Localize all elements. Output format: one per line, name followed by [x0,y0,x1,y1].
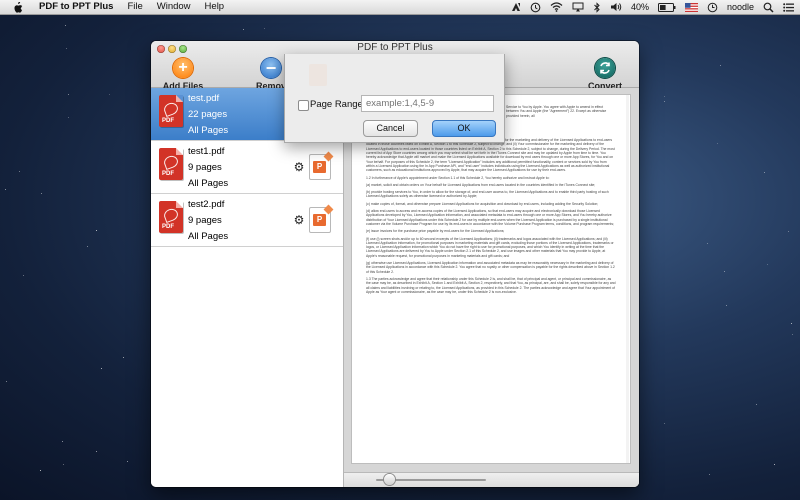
cancel-button[interactable]: Cancel [363,120,418,137]
ppt-icon: P [309,151,334,180]
file-name: test1.pdf [188,146,225,157]
file-name: test.pdf [188,93,220,104]
gear-icon[interactable]: ⚙ [293,161,305,173]
pdf-preview: Service to You by Apple. You agree with … [344,88,639,487]
page-range-dialog: Page Range: Cancel OK [284,54,505,143]
menu-file[interactable]: File [127,0,142,14]
battery-icon[interactable] [657,0,676,14]
adobe-icon[interactable] [511,0,521,14]
preview-paragraphs: 1.1 You hereby appoint Apple and Apple S… [366,138,616,294]
ppt-icon: P [309,204,334,233]
preview-paragraph: (f) use (i) screen shots and/or up to 60… [366,236,614,258]
pdf-icon: PDF [159,148,183,180]
window-title: PDF to PPT Plus [357,42,433,53]
preview-paragraph: (d) allow end-users to access and re-acc… [366,209,615,226]
preview-scrollbar[interactable] [626,95,629,463]
preview-top-right: Service to You by Apple. You agree with … [506,105,607,118]
us-flag-icon[interactable] [684,0,698,14]
file-row[interactable]: PDF test1.pdf 9 pages All Pages ⚙ P [151,141,343,194]
menu-app-name[interactable]: PDF to PPT Plus [39,0,113,14]
file-page-count: 9 pages [188,215,222,226]
apple-menu-icon[interactable] [11,0,25,14]
file-name: test2.pdf [188,199,225,210]
ok-button[interactable]: OK [432,120,496,137]
file-page-count: 9 pages [188,162,222,173]
volume-icon[interactable] [610,0,622,14]
file-page-range: All Pages [188,231,229,242]
preview-paragraph: (e) issue invoices for the purchase pric… [366,229,505,234]
status-area: 40% noodle [511,0,794,14]
file-page-count: 22 pages [188,109,228,120]
file-page-range: All Pages [188,125,229,136]
bluetooth-icon[interactable] [593,0,601,14]
notification-center-icon[interactable] [783,0,794,14]
user-name[interactable]: noodle [727,0,754,14]
menu-window[interactable]: Window [157,0,191,14]
preview-paragraph: (b) provide hosting services to You, in … [366,190,609,199]
preview-paragraph: 1.3 The parties acknowledge and agree th… [366,276,616,294]
spotlight-icon[interactable] [763,0,774,14]
file-list: PDF test.pdf 22 pages All Pages PDF test… [151,88,344,487]
zoom-slider-knob[interactable] [383,474,395,485]
preview-paragraph: 1.1 You hereby appoint Apple and Apple S… [366,138,615,173]
pdf-icon: PDF [159,201,183,233]
display-mirroring-icon[interactable] [572,0,584,14]
clock-icon[interactable] [707,0,718,14]
battery-percent: 40% [630,2,649,12]
file-page-range: All Pages [188,178,229,189]
page-range-label: Page Range: [310,99,366,110]
pdf-icon: PDF [159,95,183,127]
menu-bar: PDF to PPT Plus File Window Help 40% noo… [0,0,800,15]
page-range-checkbox[interactable] [298,100,309,111]
preview-paragraph: (c) make copies of, format, and otherwis… [366,201,599,206]
gear-icon[interactable]: ⚙ [293,214,305,226]
minus-icon: − [261,58,281,78]
preview-paragraph: (g) otherwise use Licensed Applications,… [366,261,615,274]
dialog-background-icon [309,64,327,86]
time-machine-icon[interactable] [530,0,541,14]
preview-paragraph: 1.2 In furtherance of Apple's appointmen… [366,175,550,180]
convert-button[interactable]: Convert [581,58,629,91]
zoom-bar [344,472,639,487]
wifi-icon[interactable] [550,0,563,14]
preview-page[interactable]: Service to You by Apple. You agree with … [352,95,630,463]
preview-paragraph: (a) market, solicit and obtain orders on… [366,182,596,187]
page-range-input[interactable] [361,95,494,112]
add-files-button[interactable]: + Add Files [159,58,207,91]
file-row[interactable]: PDF test2.pdf 9 pages All Pages ⚙ P [151,194,343,247]
plus-icon: + [173,58,193,78]
convert-icon [595,58,615,78]
menu-help[interactable]: Help [205,0,225,14]
